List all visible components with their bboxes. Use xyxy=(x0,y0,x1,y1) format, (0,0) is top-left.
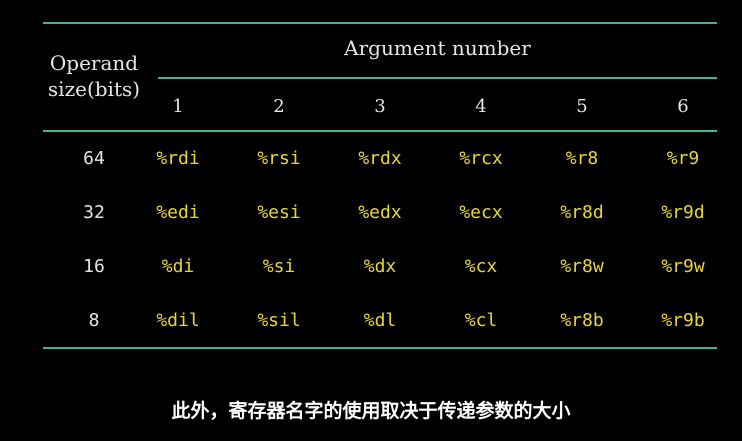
register-cell: %r8d xyxy=(560,202,604,223)
table-row: 16 %di %si %dx %cx %r8w %r9w xyxy=(43,256,717,286)
table-row: 8 %dil %sil %dl %cl %r8b %r9b xyxy=(43,310,717,340)
subtitle-caption: 此外，寄存器名字的使用取决于传递参数的大小 xyxy=(171,400,571,422)
argument-header-rule xyxy=(158,77,717,79)
table-top-rule xyxy=(43,22,717,24)
column-header-1: 1 xyxy=(172,96,184,117)
register-cell: %r9 xyxy=(666,148,700,169)
register-cell: %di xyxy=(161,256,195,277)
column-header-4: 4 xyxy=(475,96,487,117)
register-cell: %r9w xyxy=(661,256,705,277)
operand-header-line1: Operand xyxy=(49,51,139,75)
table-row: 64 %rdi %rsi %rdx %rcx %r8 %r9 xyxy=(43,148,717,178)
register-cell: %ecx xyxy=(459,202,503,223)
register-cell: %dl xyxy=(363,310,397,331)
register-cell: %r8w xyxy=(560,256,604,277)
argument-number-header: Argument number xyxy=(344,36,531,60)
register-cell: %sil xyxy=(257,310,301,331)
register-cell: %cl xyxy=(464,310,498,331)
register-cell: %r8b xyxy=(560,310,604,331)
register-cell: %dx xyxy=(363,256,397,277)
column-header-5: 5 xyxy=(576,96,588,117)
header-bottom-rule xyxy=(43,130,717,132)
column-header-3: 3 xyxy=(374,96,386,117)
register-cell: %edi xyxy=(156,202,200,223)
register-cell: %r9b xyxy=(661,310,705,331)
register-cell: %rcx xyxy=(459,148,503,169)
register-cell: %rdx xyxy=(358,148,402,169)
column-header-6: 6 xyxy=(677,96,689,117)
register-cell: %rdi xyxy=(156,148,200,169)
register-cell: %rsi xyxy=(257,148,301,169)
register-cell: %si xyxy=(262,256,296,277)
table-row: 32 %edi %esi %edx %ecx %r8d %r9d xyxy=(43,202,717,232)
register-cell: %r8 xyxy=(565,148,599,169)
register-cell: %dil xyxy=(156,310,200,331)
register-cell: %cx xyxy=(464,256,498,277)
register-cell: %edx xyxy=(358,202,402,223)
operand-size-header: Operand size(bits) xyxy=(43,50,145,102)
column-header-2: 2 xyxy=(273,96,285,117)
table-bottom-rule xyxy=(43,347,717,349)
register-cell: %r9d xyxy=(661,202,705,223)
register-cell: %esi xyxy=(257,202,301,223)
